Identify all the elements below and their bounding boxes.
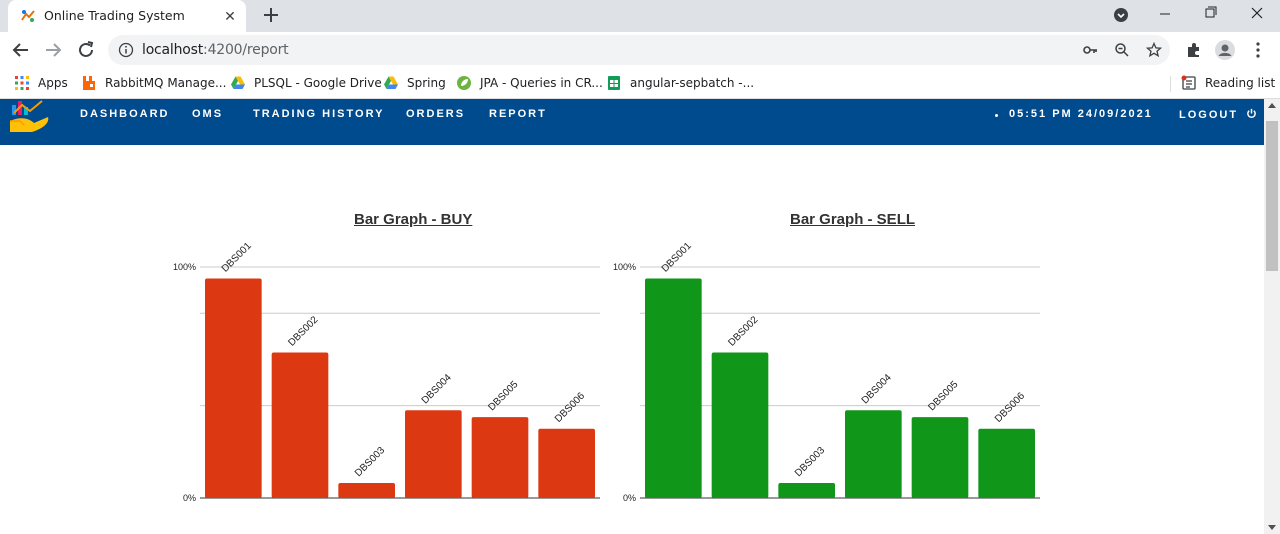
sell-chart-title: Bar Graph - SELL	[790, 211, 916, 228]
spring-leaf-icon	[457, 76, 471, 90]
minimize-icon[interactable]	[1142, 2, 1188, 28]
bar-dbs003[interactable]	[778, 482, 835, 498]
tab-close-icon[interactable]: ✕	[220, 6, 240, 26]
bar-dbs006[interactable]	[978, 428, 1035, 498]
power-icon	[1247, 108, 1257, 118]
bar-data-label: DBS006	[553, 390, 587, 424]
chrome-menu-icon[interactable]	[1248, 40, 1268, 60]
buy-chart-title: Bar Graph - BUY	[354, 211, 473, 228]
close-window-icon[interactable]	[1234, 2, 1280, 28]
google-drive-icon	[384, 76, 398, 89]
url-host: localhost	[142, 42, 204, 58]
nav-report[interactable]: REPORT	[489, 108, 547, 120]
google-drive-icon	[231, 76, 245, 89]
bar-dbs005[interactable]	[471, 417, 529, 498]
reading-list-label: Reading list	[1205, 76, 1276, 90]
bookmarks-divider	[1170, 76, 1171, 92]
bookmark-apps[interactable]: Apps	[14, 74, 68, 92]
scroll-thumb[interactable]	[1266, 121, 1278, 271]
tab-search-icon[interactable]	[1113, 7, 1129, 23]
browser-tab-strip: Online Trading System ✕	[0, 0, 1280, 32]
buy-bar-chart: 0% 100% DBS001 DBS002 DBS003 DBS004 DBS005 DBS0…	[173, 240, 600, 503]
bar-dbs004[interactable]	[405, 410, 462, 498]
reload-icon[interactable]	[75, 39, 97, 61]
bookmark-label: Apps	[38, 76, 68, 90]
bar-data-label: DBS006	[993, 390, 1027, 424]
bookmark-label: JPA - Queries in CR...	[480, 76, 603, 90]
apps-grid-icon	[15, 76, 29, 90]
key-icon[interactable]	[1082, 42, 1098, 58]
nav-separator-dot	[995, 114, 998, 117]
bar-dbs006[interactable]	[538, 428, 595, 498]
back-arrow-icon[interactable]	[10, 39, 32, 61]
bar-dbs001[interactable]	[205, 278, 262, 498]
app-navbar: DASHBOARD OMS TRADING HISTORY ORDERS REP…	[0, 99, 1264, 145]
bookmark-jpa[interactable]: JPA - Queries in CR...	[456, 74, 603, 92]
bar-dbs002[interactable]	[271, 352, 329, 498]
scroll-up-icon[interactable]	[1268, 103, 1276, 108]
logout-label: LOGOUT	[1179, 109, 1239, 121]
nav-trading-history[interactable]: TRADING HISTORY	[253, 108, 384, 120]
page-viewport: DASHBOARD OMS TRADING HISTORY ORDERS REP…	[0, 99, 1264, 534]
bookmark-label: Spring	[407, 76, 446, 90]
bar-data-label: DBS003	[353, 445, 387, 479]
browser-toolbar: localhost:4200/report	[0, 32, 1280, 68]
bookmarks-bar: Apps RabbitMQ Manage... PLSQL - Google D…	[0, 68, 1280, 99]
bar-data-label: DBS001	[660, 240, 694, 274]
nav-datetime: 05:51 PM 24/09/2021	[1009, 108, 1153, 120]
logout-button[interactable]: LOGOUT	[1179, 108, 1257, 121]
nav-oms[interactable]: OMS	[192, 108, 223, 120]
bar-dbs003[interactable]	[338, 482, 395, 498]
bar-dbs004[interactable]	[845, 410, 902, 498]
app-logo-icon[interactable]	[8, 99, 52, 135]
bookmark-label: RabbitMQ Manage...	[105, 76, 227, 90]
scroll-down-icon[interactable]	[1268, 525, 1276, 530]
profile-avatar-icon[interactable]	[1215, 40, 1235, 60]
y-tick-label: 100%	[173, 262, 196, 272]
bookmark-angular-sepbatch[interactable]: angular-sepbatch -...	[606, 74, 754, 92]
bookmark-star-icon[interactable]	[1146, 42, 1162, 58]
bar-dbs005[interactable]	[911, 417, 969, 498]
bar-data-label: DBS004	[860, 372, 894, 406]
browser-tab[interactable]: Online Trading System ✕	[8, 0, 246, 32]
nav-orders[interactable]: ORDERS	[406, 108, 465, 120]
nav-dashboard[interactable]: DASHBOARD	[80, 108, 170, 120]
address-bar[interactable]: localhost:4200/report	[108, 35, 1170, 65]
page-scrollbar[interactable]	[1264, 99, 1280, 534]
bookmark-label: angular-sepbatch -...	[630, 76, 755, 90]
bar-data-label: DBS005	[486, 379, 520, 413]
reading-list-icon	[1181, 75, 1196, 90]
google-sheets-icon	[608, 76, 620, 90]
bookmark-plsql[interactable]: PLSQL - Google Drive	[230, 74, 382, 92]
y-tick-label: 0%	[623, 493, 636, 503]
sell-bar-chart: 0% 100% DBS001 DBS002 DBS003 DBS004 DBS005 DBS0…	[613, 240, 1040, 503]
bookmark-spring[interactable]: Spring	[383, 74, 446, 92]
bar-data-label: DBS002	[286, 314, 320, 348]
url-path: :4200/report	[203, 42, 289, 58]
bar-dbs001[interactable]	[645, 278, 702, 498]
restore-icon[interactable]	[1188, 2, 1234, 28]
bookmark-rabbitmq[interactable]: RabbitMQ Manage...	[81, 74, 226, 92]
bar-dbs002[interactable]	[711, 352, 769, 498]
y-tick-label: 100%	[613, 262, 636, 272]
tab-title: Online Trading System	[44, 8, 185, 23]
extensions-icon[interactable]	[1184, 40, 1204, 60]
reading-list-button[interactable]: Reading list	[1181, 74, 1275, 92]
new-tab-icon[interactable]	[260, 4, 282, 26]
bar-data-label: DBS003	[793, 445, 827, 479]
y-tick-label: 0%	[183, 493, 196, 503]
rabbitmq-icon	[83, 76, 95, 90]
url-text: localhost:4200/report	[142, 42, 289, 58]
site-info-icon[interactable]	[118, 42, 134, 58]
bar-data-label: DBS001	[220, 240, 254, 274]
zoom-icon[interactable]	[1114, 42, 1130, 58]
bar-data-label: DBS004	[420, 372, 454, 406]
tab-favicon-icon	[21, 10, 35, 22]
bar-data-label: DBS002	[726, 314, 760, 348]
bar-data-label: DBS005	[926, 379, 960, 413]
forward-arrow-icon[interactable]	[42, 39, 64, 61]
bookmark-label: PLSQL - Google Drive	[254, 76, 382, 90]
